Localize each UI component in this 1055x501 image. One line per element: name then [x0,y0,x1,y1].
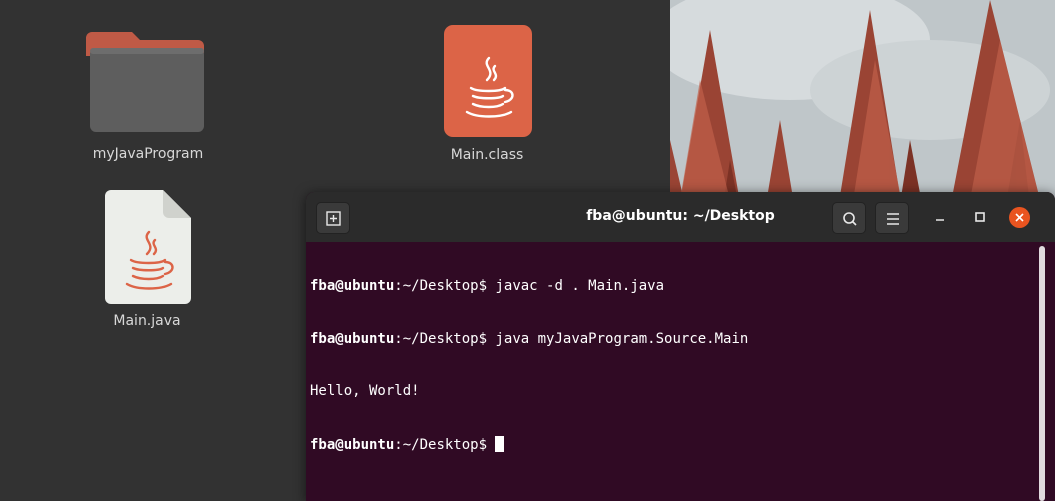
prompt-path: ~/Desktop [402,330,479,347]
prompt-path: ~/Desktop [402,436,479,453]
prompt-dollar: $ [478,278,488,294]
prompt-user: fba@ubuntu [310,330,395,347]
terminal-output[interactable]: fba@ubuntu:~/Desktop$ javac -d . Main.ja… [310,243,1040,501]
desktop-item-main-java[interactable]: Main.java [77,188,217,334]
minimize-button[interactable] [932,209,948,225]
scrollbar[interactable] [1039,246,1045,501]
prompt-dollar: $ [478,330,488,347]
terminal-window[interactable]: fba@ubuntu: ~/Desktop fba@ubuntu:~/Deskt… [306,192,1055,501]
folder-icon [76,32,220,142]
close-button[interactable] [1009,207,1030,228]
desktop-item-folder[interactable]: myJavaProgram [76,28,220,168]
terminal-line: fba@ubuntu:~/Desktop$ [310,435,1040,454]
desktop-item-main-class[interactable]: Main.class [417,22,557,168]
close-icon [1009,213,1030,232]
search-button[interactable] [832,202,866,234]
main-class-label: Main.class [450,147,524,163]
search-icon [833,212,867,239]
prompt-user: fba@ubuntu [310,278,395,294]
maximize-icon [972,210,988,229]
maximize-button[interactable] [972,209,988,225]
text-cursor [495,435,505,452]
folder-label: myJavaProgram [92,146,204,162]
prompt-path: ~/Desktop [402,278,479,294]
terminal-header-bar[interactable]: fba@ubuntu: ~/Desktop [306,192,1055,242]
main-java-label: Main.java [113,313,181,329]
command-text: javac -d . Main.java [487,278,665,294]
output-text: Hello, World! [310,383,420,399]
terminal-line: fba@ubuntu:~/Desktop$ javac -d . Main.ja… [310,278,1040,296]
terminal-line: Hello, World! [310,383,1040,401]
command-text: java myJavaProgram.Source.Main [487,330,749,347]
prompt-colon: : [394,278,403,294]
terminal-line: fba@ubuntu:~/Desktop$ java myJavaProgram… [310,331,1040,349]
prompt-user: fba@ubuntu [310,436,395,453]
prompt-colon: : [394,330,403,347]
java-file-icon [77,190,217,308]
prompt-colon: : [394,436,403,453]
menu-button[interactable] [875,202,909,234]
command-text [487,437,495,453]
hamburger-menu-icon [876,213,910,239]
minimize-icon [932,210,948,229]
java-class-icon [417,25,557,142]
prompt-dollar: $ [478,436,488,453]
